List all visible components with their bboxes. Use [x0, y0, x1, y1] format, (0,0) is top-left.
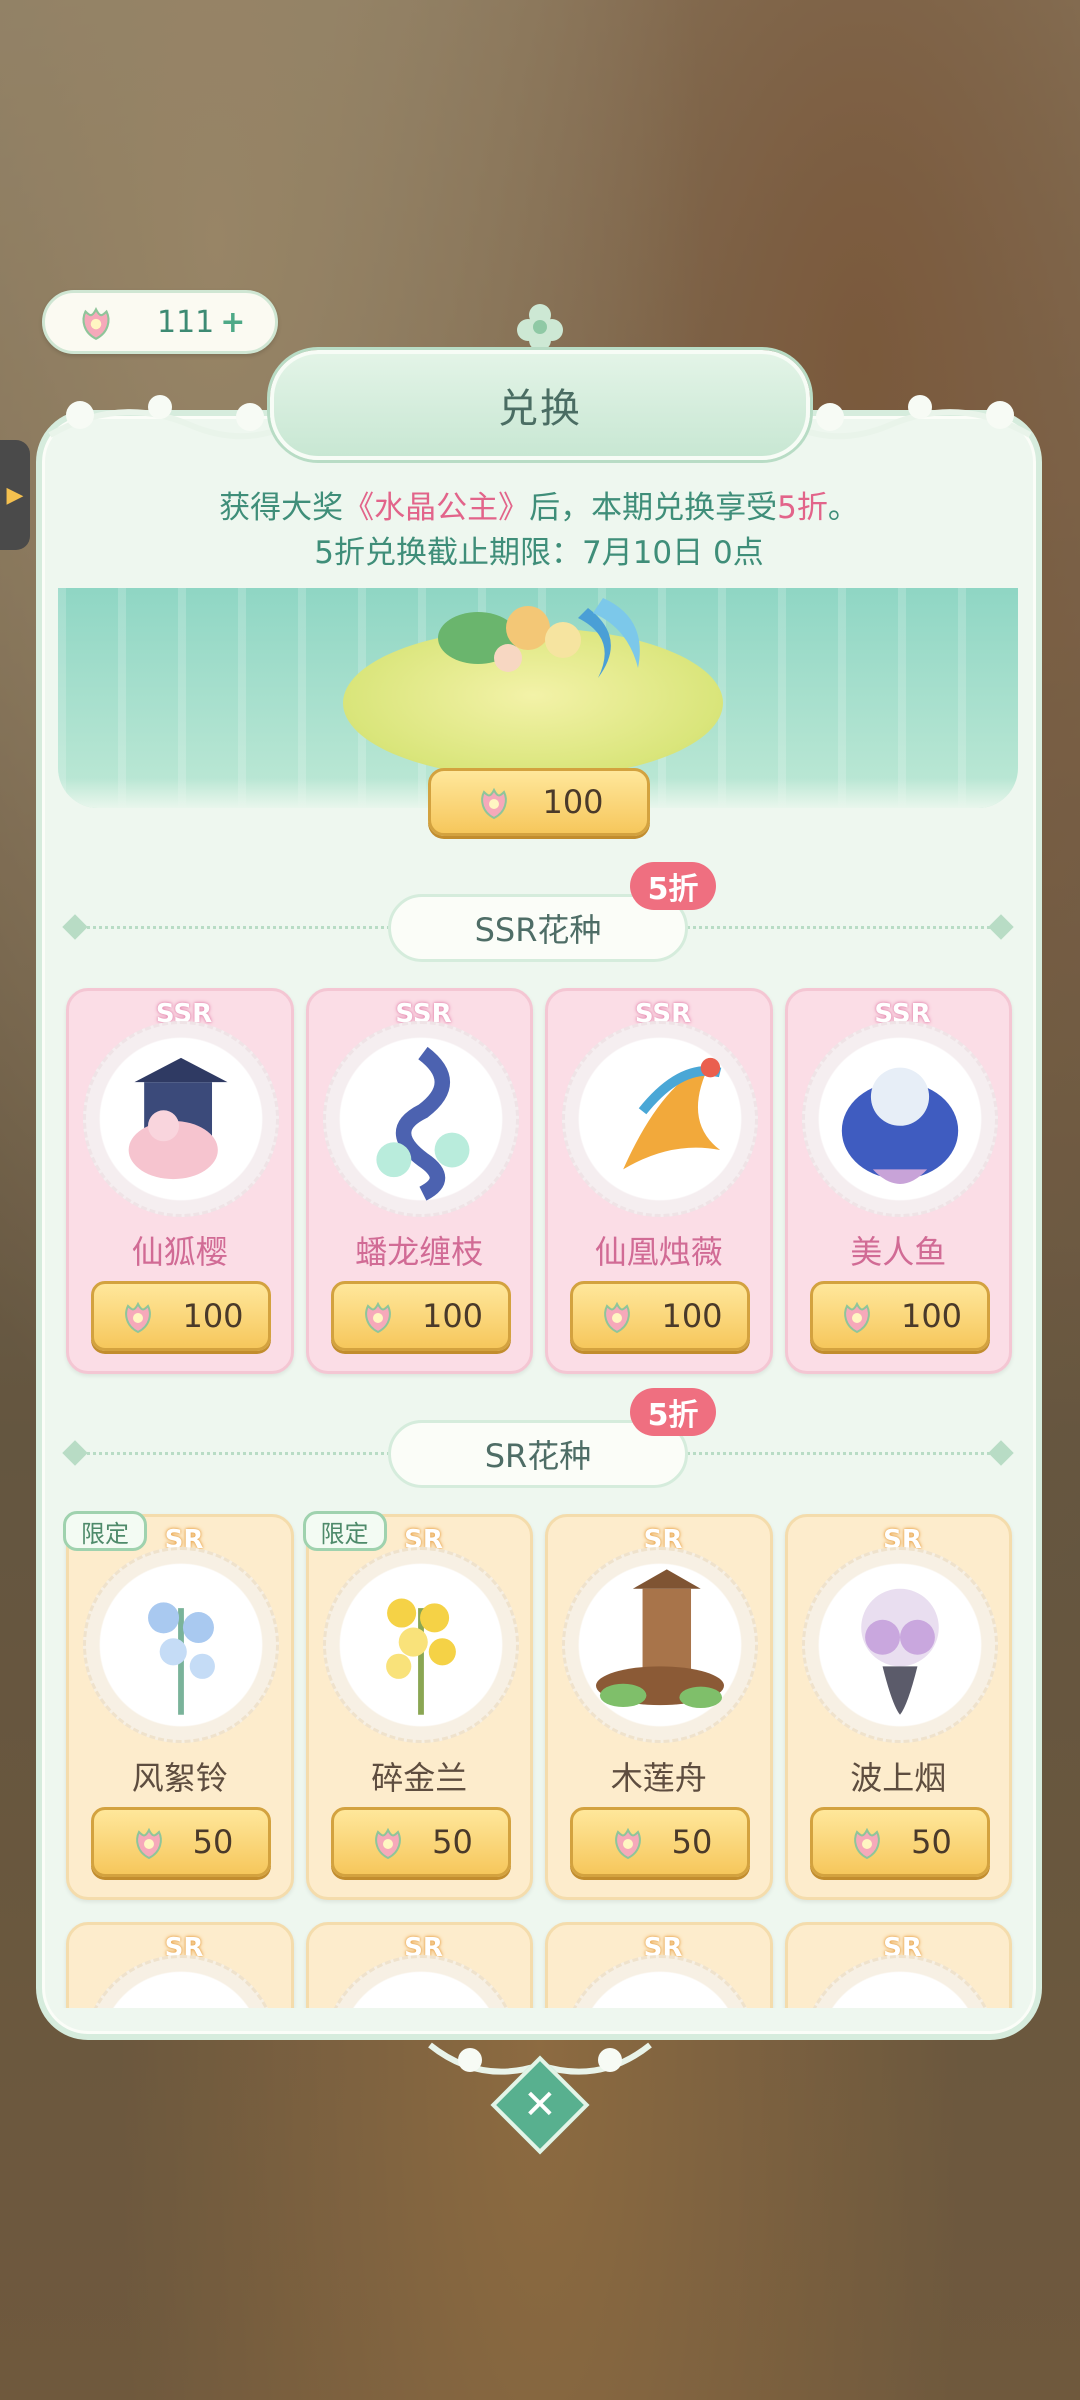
- item-card-suijinlan[interactable]: SR 限定 碎金兰 50: [302, 1511, 533, 1900]
- item-card-xianhuying[interactable]: SSR 仙狐樱 100: [66, 988, 294, 1374]
- flower-currency-icon: [375, 1827, 401, 1860]
- limited-badge: 限定: [302, 1511, 387, 1551]
- item-card-partial[interactable]: SR: [784, 1922, 1012, 2008]
- item-card-boshangyan[interactable]: SR 波上烟 50: [784, 1514, 1012, 1900]
- item-name: 碎金兰: [371, 1759, 468, 1797]
- item-portrait: [562, 1955, 758, 2008]
- item-price: 50: [671, 1823, 713, 1861]
- price-button[interactable]: 50: [91, 1807, 271, 1877]
- item-price: 50: [911, 1823, 952, 1861]
- item-portrait: [83, 1955, 279, 2008]
- notice-discount: 5折: [777, 490, 828, 526]
- chevron-right-icon: ▶: [6, 482, 24, 508]
- flower-currency-icon: [614, 1827, 641, 1860]
- item-portrait: [322, 1547, 519, 1743]
- price-button[interactable]: 100: [330, 1281, 511, 1351]
- price-button[interactable]: 100: [570, 1281, 750, 1351]
- item-portrait: [83, 1021, 279, 1217]
- flower-currency-icon: [365, 1301, 391, 1334]
- item-card-fengxuling[interactable]: SR 限定 风絮铃 50: [63, 1511, 294, 1900]
- item-portrait: [83, 1547, 279, 1743]
- phoenix-icon: [623, 1057, 722, 1170]
- bouquet-image: [438, 598, 640, 678]
- exchange-scroll-list[interactable]: 100 SSR花种 5折 SSR 仙狐樱 100 SSR 蟠龙缠枝 100 SS…: [58, 588, 1018, 2008]
- item-card-partial[interactable]: SR: [305, 1922, 533, 2008]
- item-price: 100: [421, 1297, 484, 1335]
- item-price: 100: [182, 1297, 244, 1335]
- item-name: 木莲舟: [610, 1759, 707, 1797]
- price-button[interactable]: 100: [809, 1281, 990, 1351]
- price-button[interactable]: 50: [809, 1807, 990, 1877]
- item-portrait: [801, 1021, 998, 1217]
- ssr-section-header: SSR花种 5折: [58, 862, 1018, 968]
- notice-line: 获得大奖《水晶公主》后，本期兑换享受5折。: [36, 482, 1042, 527]
- fox-shrine-icon: [128, 1057, 228, 1180]
- limited-badge: 限定: [63, 1511, 147, 1551]
- flower-currency-icon: [481, 787, 508, 820]
- item-portrait: [322, 1021, 519, 1217]
- item-name: 风絮铃: [131, 1759, 228, 1797]
- item-card-mermaid[interactable]: SSR 美人鱼 100: [784, 988, 1012, 1374]
- sr-section-header: SR花种 5折: [58, 1388, 1018, 1494]
- notice-middle: 后，本期兑换享受: [529, 490, 778, 526]
- item-portrait: [322, 1955, 519, 2008]
- sr-item-grid-row2: SR SR SR SR: [66, 1922, 1012, 2008]
- notice-prize: 《水晶公主》: [343, 490, 530, 526]
- item-name: 波上烟: [850, 1759, 947, 1797]
- item-card-panlong[interactable]: SSR 蟠龙缠枝 100: [305, 988, 533, 1374]
- item-name: 美人鱼: [850, 1233, 947, 1271]
- dialog-header: 兑换: [270, 350, 810, 460]
- flower-currency-icon: [854, 1827, 880, 1860]
- flower-currency-icon: [844, 1301, 870, 1334]
- price-button[interactable]: 50: [570, 1807, 750, 1877]
- discount-badge: 5折: [630, 862, 716, 910]
- ssr-item-grid: SSR 仙狐樱 100 SSR 蟠龙缠枝 100 SSR 仙凰烛薇 100 SS…: [66, 988, 1012, 1374]
- banner-price-button[interactable]: 100: [428, 768, 650, 836]
- clover-flower-icon: [517, 304, 563, 351]
- item-price: 100: [900, 1297, 963, 1335]
- currency-amount: 111: [157, 304, 215, 340]
- currency-pill[interactable]: 111 +: [42, 290, 278, 354]
- dragon-icon: [375, 1046, 469, 1201]
- sr-item-grid: SR 限定 风絮铃 50 SR 限定 碎金兰 50 SR 木莲舟 50 SR 波…: [63, 1511, 1012, 1900]
- flower-currency-icon: [604, 1301, 631, 1334]
- item-price: 50: [432, 1823, 473, 1861]
- item-name: 仙凰烛薇: [594, 1233, 723, 1271]
- bellflower-icon: [148, 1602, 215, 1715]
- item-card-partial[interactable]: SR: [66, 1922, 294, 2008]
- item-card-mulianzhou[interactable]: SR 木莲舟 50: [545, 1514, 773, 1900]
- add-currency-icon[interactable]: +: [220, 305, 245, 340]
- flower-currency-icon: [82, 307, 110, 340]
- item-portrait: [801, 1547, 998, 1743]
- item-name: 蟠龙缠枝: [355, 1233, 484, 1271]
- side-expand-tab[interactable]: ▶: [0, 440, 30, 550]
- notice-suffix: 。: [827, 490, 859, 526]
- item-card-xianhuang[interactable]: SSR 仙凰烛薇 100: [545, 988, 773, 1374]
- flower-currency-icon: [125, 1301, 152, 1334]
- divider-diamond-right: [988, 914, 1014, 940]
- jellyfish-flower-icon: [860, 1588, 939, 1715]
- divider-diamond-left: [62, 914, 88, 940]
- item-portrait: [562, 1021, 758, 1217]
- item-price: 100: [661, 1297, 723, 1335]
- mermaid-icon: [841, 1067, 958, 1184]
- item-card-partial[interactable]: SR: [545, 1922, 773, 2008]
- banner-price: 100: [542, 783, 604, 821]
- orchid-icon: [385, 1598, 456, 1715]
- divider-diamond-right: [988, 1440, 1014, 1466]
- item-name: 仙狐樱: [131, 1233, 228, 1271]
- close-icon: ✕: [523, 2081, 557, 2128]
- lotus-boat-icon: [596, 1569, 724, 1709]
- item-portrait: [562, 1547, 758, 1743]
- price-button[interactable]: 100: [91, 1281, 271, 1351]
- deadline-text: 5折兑换截止期限：7月10日 0点: [314, 535, 764, 571]
- discount-badge: 5折: [630, 1388, 716, 1436]
- notice-prefix: 获得大奖: [219, 490, 344, 526]
- item-portrait: [801, 1955, 998, 2008]
- divider-diamond-left: [62, 1440, 88, 1466]
- item-price: 50: [192, 1823, 234, 1861]
- flower-currency-icon: [135, 1827, 162, 1860]
- dialog-title: 兑换: [498, 386, 582, 432]
- price-button[interactable]: 50: [330, 1807, 511, 1877]
